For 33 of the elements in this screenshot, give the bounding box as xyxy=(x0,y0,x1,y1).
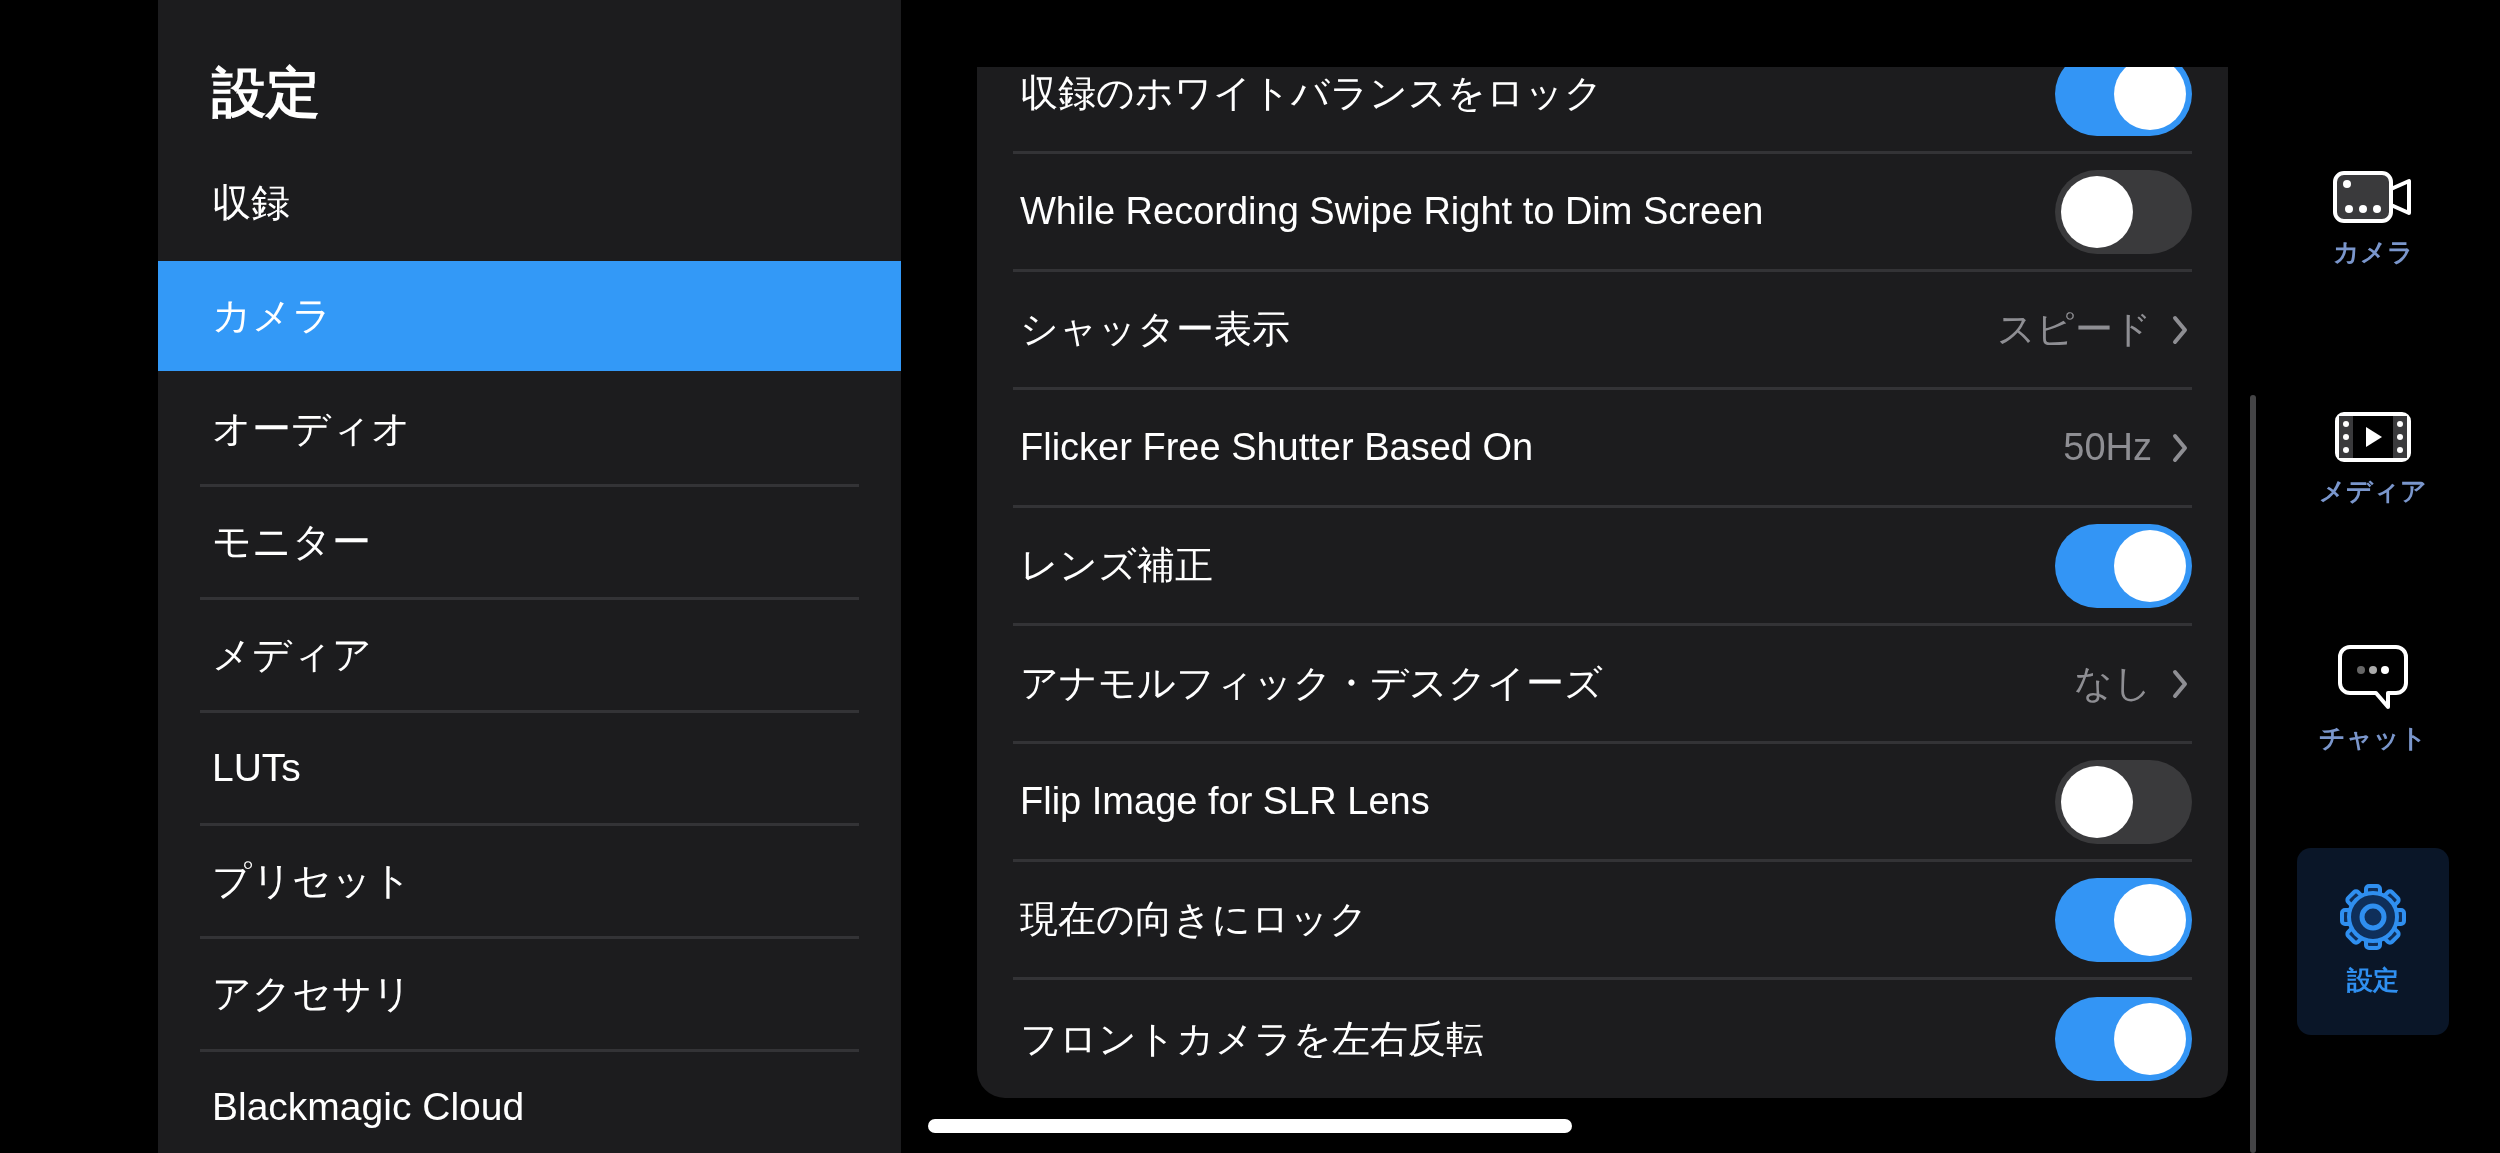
sidebar-item[interactable]: オーディオ xyxy=(158,374,901,484)
chevron-right-icon xyxy=(2172,668,2188,699)
setting-label: While Recording Swipe Right to Dim Screen xyxy=(1020,189,1764,234)
setting-label: レンズ補正 xyxy=(1020,543,1213,588)
sidebar-item[interactable]: アクセサリ xyxy=(158,939,901,1049)
nav-tab[interactable]: メディア xyxy=(2297,368,2449,555)
setting-label: 現在の向きにロック xyxy=(1020,897,1368,942)
nav-tab[interactable]: チャット xyxy=(2297,608,2449,795)
chevron-right-icon xyxy=(2172,432,2188,463)
film-play-icon xyxy=(2335,412,2411,462)
setting-value-button[interactable]: なし xyxy=(2074,655,2192,712)
nav-tab[interactable]: カメラ xyxy=(2297,128,2449,315)
setting-label: Flip Image for SLR Lens xyxy=(1020,779,1430,824)
chevron-right-icon xyxy=(2172,314,2188,345)
setting-label: 収録のホワイトバランスをロック xyxy=(1020,71,1603,116)
toggle-switch[interactable] xyxy=(2055,67,2192,136)
sidebar-title: 設定 xyxy=(212,65,320,119)
sidebar-item[interactable]: 収録 xyxy=(158,148,901,258)
nav-tab[interactable]: 設定 xyxy=(2297,848,2449,1035)
video-camera-icon xyxy=(2333,171,2413,223)
settings-icon xyxy=(2339,883,2407,951)
sidebar-item[interactable]: モニター xyxy=(158,487,901,597)
sidebar-item[interactable]: メディア xyxy=(158,600,901,710)
setting-value-button[interactable]: スピード xyxy=(1997,301,2192,358)
sidebar-item[interactable]: プリセット xyxy=(158,826,901,936)
setting-label: アナモルフィック・デスクイーズ xyxy=(1020,661,1603,706)
sidebar-item[interactable]: LUTs xyxy=(158,713,901,823)
chat-bubble-icon xyxy=(2338,645,2408,709)
setting-label: Flicker Free Shutter Based On xyxy=(1020,425,1534,470)
setting-label: フロントカメラを左右反転 xyxy=(1020,1016,1484,1062)
setting-value-button[interactable]: 50Hz xyxy=(2063,419,2192,476)
sidebar-item[interactable]: Blackmagic Cloud xyxy=(158,1052,901,1153)
setting-label: シャッター表示 xyxy=(1020,307,1290,352)
